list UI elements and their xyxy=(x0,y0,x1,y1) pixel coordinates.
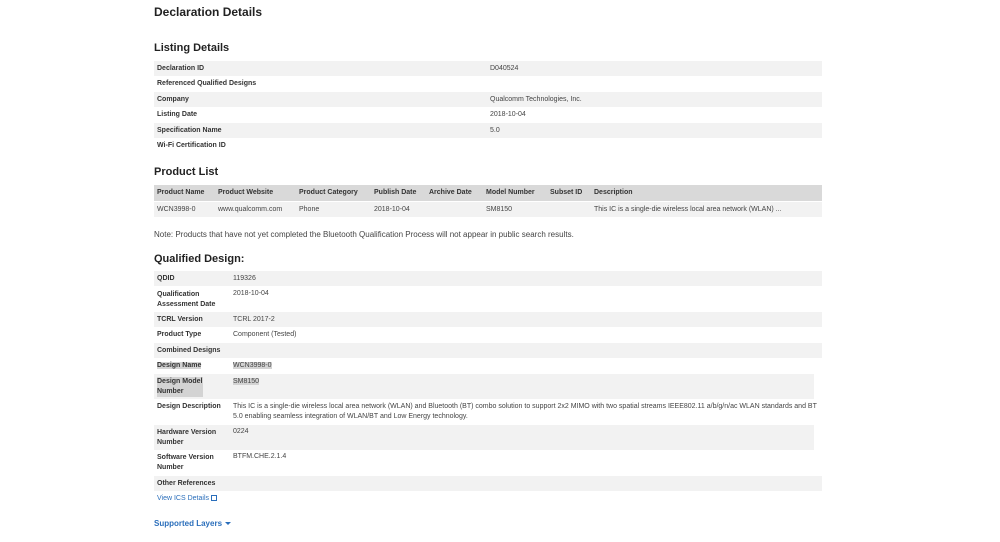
qdid-value: 119326 xyxy=(233,275,256,282)
listing-table: Declaration ID D040524 Referenced Qualif… xyxy=(154,61,822,154)
listing-row: Referenced Qualified Designs xyxy=(154,76,822,92)
qd-row-description: Design Description This IC is a single-d… xyxy=(154,399,822,425)
listing-label: Referenced Qualified Designs xyxy=(157,80,257,87)
publish-date-cell: 2018-10-04 xyxy=(374,206,410,213)
hardware-label-line2: Number xyxy=(157,439,184,446)
qd-row-assessment-date: Qualification Assessment Date 2018-10-04 xyxy=(154,286,822,312)
qad-label-line1: Qualification xyxy=(157,291,200,298)
listing-value: Qualcomm Technologies, Inc. xyxy=(490,96,582,103)
combined-designs-label: Combined Designs xyxy=(157,347,221,354)
qdid-label: QDID xyxy=(157,275,175,282)
qd-row-tcrl: TCRL Version TCRL 2017-2 xyxy=(154,312,822,327)
design-description-label: Design Description xyxy=(157,403,221,410)
tcrl-value: TCRL 2017-2 xyxy=(233,316,275,323)
qd-row-design-model: Design Model Number SM8150 xyxy=(154,374,814,399)
column-header[interactable]: Product Category xyxy=(299,189,358,196)
software-label-line1: Software Version xyxy=(157,454,214,461)
view-ics-details-link[interactable]: View ICS Details xyxy=(157,494,218,502)
model-number-cell: SM8150 xyxy=(486,206,513,213)
design-name-label: Design Name xyxy=(157,362,202,369)
listing-label: Specification Name xyxy=(157,127,222,134)
product-type-label: Product Type xyxy=(157,331,202,338)
column-header[interactable]: Publish Date xyxy=(374,189,416,196)
column-header[interactable]: Product Website xyxy=(218,189,273,196)
supported-layers-text: Supported Layers xyxy=(154,519,223,528)
product-list-header: Product Name Product Website Product Cat… xyxy=(154,185,822,201)
qd-row-qdid: QDID 119326 xyxy=(154,271,822,286)
design-description-line1: This IC is a single-die wireless local a… xyxy=(233,403,817,410)
qad-value: 2018-10-04 xyxy=(233,290,269,297)
hardware-version-value: 0224 xyxy=(233,428,249,435)
qd-row-combined: Combined Designs xyxy=(154,343,822,358)
design-model-label-line2: Number xyxy=(157,388,184,395)
software-version-value: BTFM.CHE.2.1.4 xyxy=(233,453,287,460)
listing-label: Listing Date xyxy=(157,111,198,118)
qd-row-hardware: Hardware Version Number 0224 xyxy=(154,425,814,450)
external-link-icon xyxy=(211,495,218,501)
column-header[interactable]: Archive Date xyxy=(429,189,472,196)
listing-row: Listing Date 2018-10-04 xyxy=(154,107,822,123)
table-row[interactable]: WCN3998-0 www.qualcomm.com Phone 2018-10… xyxy=(154,202,822,217)
view-ics-details-text: View ICS Details xyxy=(157,495,210,502)
design-model-label-line1: Design Model xyxy=(157,378,203,385)
tcrl-label: TCRL Version xyxy=(157,316,203,323)
product-name-cell: WCN3998-0 xyxy=(157,206,196,213)
listing-label: Declaration ID xyxy=(157,65,205,72)
listing-value: D040524 xyxy=(490,65,519,72)
listing-value: 5.0 xyxy=(490,127,500,134)
design-model-label: Design Model Number xyxy=(157,377,203,397)
design-model-value: SM8150 xyxy=(233,378,260,385)
listing-row: Declaration ID D040524 xyxy=(154,61,822,76)
design-description-value: This IC is a single-die wireless local a… xyxy=(233,402,818,422)
design-description-line2: 5.0 enabling seamless integration of WLA… xyxy=(233,413,468,420)
hardware-label-line1: Hardware Version xyxy=(157,429,217,436)
search-note: Note: Products that have not yet complet… xyxy=(154,230,574,239)
qd-row-design-name: Design Name WCN3998-0 xyxy=(154,358,822,374)
other-references-label: Other References xyxy=(157,480,216,487)
software-version-label: Software Version Number xyxy=(157,453,214,473)
qd-row-other-references: Other References xyxy=(154,476,822,491)
listing-label: Wi-Fi Certification ID xyxy=(157,142,226,149)
qd-row-software: Software Version Number BTFM.CHE.2.1.4 xyxy=(154,450,822,476)
hardware-version-label: Hardware Version Number xyxy=(157,428,216,448)
listing-row: Specification Name 5.0 xyxy=(154,123,822,138)
qualified-design-heading: Qualified Design: xyxy=(154,253,245,265)
qad-label-line2: Assessment Date xyxy=(157,301,216,308)
listing-row: Wi-Fi Certification ID xyxy=(154,138,822,154)
qualified-design-table: QDID 119326 Qualification Assessment Date… xyxy=(154,271,822,491)
qd-row-product-type: Product Type Component (Tested) xyxy=(154,327,822,343)
column-header[interactable]: Model Number xyxy=(486,189,535,196)
column-header[interactable]: Description xyxy=(594,189,633,196)
supported-layers-toggle[interactable]: Supported Layers xyxy=(154,519,232,528)
description-cell: This IC is a single-die wireless local a… xyxy=(594,206,782,213)
product-list-heading: Product List xyxy=(154,166,219,178)
software-label-line2: Number xyxy=(157,464,184,471)
listing-heading: Listing Details xyxy=(154,42,230,54)
column-header[interactable]: Product Name xyxy=(157,189,204,196)
listing-row: Company Qualcomm Technologies, Inc. xyxy=(154,92,822,107)
product-website-cell[interactable]: www.qualcomm.com xyxy=(218,206,282,213)
product-category-cell: Phone xyxy=(299,206,320,213)
product-type-value: Component (Tested) xyxy=(233,331,297,338)
design-name-value: WCN3998-0 xyxy=(233,362,272,369)
listing-label: Company xyxy=(157,96,189,103)
listing-value: 2018-10-04 xyxy=(490,111,526,118)
chevron-down-icon xyxy=(225,522,232,525)
qad-label: Qualification Assessment Date xyxy=(157,290,215,310)
page-title: Declaration Details xyxy=(154,5,263,19)
column-header[interactable]: Subset ID xyxy=(550,189,582,196)
